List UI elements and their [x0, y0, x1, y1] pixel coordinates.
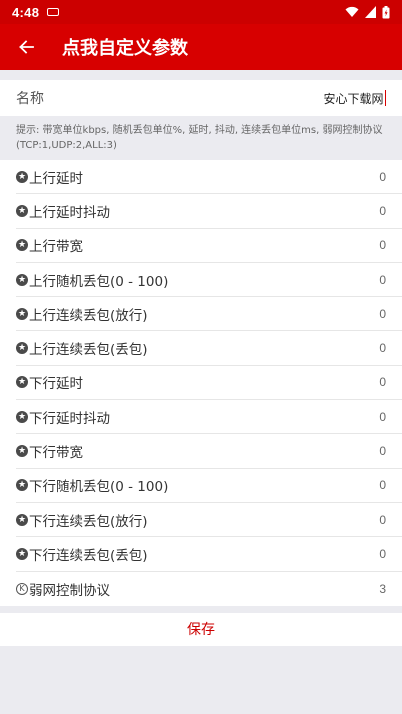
- param-row[interactable]: ★ 上行延时抖动 0: [16, 194, 402, 229]
- param-value: 0: [379, 203, 386, 218]
- status-icons: [345, 5, 390, 19]
- top-spacer: [0, 70, 402, 80]
- arrow-left-icon: [19, 40, 34, 54]
- star-icon: ★: [16, 307, 28, 320]
- mid-spacer: [0, 605, 402, 613]
- name-row: 名称: [0, 80, 402, 116]
- param-value: 0: [379, 169, 386, 184]
- param-label: 下行延时: [29, 376, 83, 393]
- param-value: 0: [379, 272, 386, 287]
- hint-text: 提示: 带宽单位kbps, 随机丢包单位%, 延时, 抖动, 连续丢包单位ms,…: [0, 116, 402, 160]
- param-row[interactable]: ★ 上行连续丢包(放行) 0: [16, 297, 402, 332]
- param-label: 下行连续丢包(丢包): [29, 547, 148, 564]
- name-input[interactable]: [223, 91, 384, 105]
- param-label: 弱网控制协议: [29, 582, 110, 599]
- param-value: 0: [379, 341, 386, 356]
- param-row[interactable]: ★ 下行带宽 0: [16, 434, 402, 469]
- param-row[interactable]: ★ 下行连续丢包(放行) 0: [16, 503, 402, 538]
- param-value: 0: [379, 444, 386, 459]
- app-bar: 点我自定义参数: [0, 24, 402, 70]
- star-icon: ★: [16, 376, 28, 389]
- param-label: 上行延时抖动: [29, 204, 110, 221]
- battery-icon: [382, 5, 390, 18]
- page-title: 点我自定义参数: [62, 38, 188, 59]
- star-icon: ★: [16, 273, 28, 286]
- param-value: 3: [379, 581, 386, 596]
- param-label: 下行连续丢包(放行): [29, 513, 148, 530]
- notification-icon: [47, 8, 60, 16]
- param-label: 下行随机丢包(0 - 100): [29, 479, 169, 496]
- wifi-icon: [345, 6, 359, 17]
- signal-icon: [365, 6, 376, 18]
- param-row[interactable]: ★ 下行连续丢包(丢包) 0: [16, 537, 402, 572]
- name-label: 名称: [16, 91, 44, 107]
- param-row[interactable]: K 弱网控制协议 3: [16, 572, 402, 606]
- param-value: 0: [379, 409, 386, 424]
- status-bar: 4:48: [0, 0, 402, 24]
- param-label: 上行连续丢包(放行): [29, 307, 148, 324]
- param-value: 0: [379, 512, 386, 527]
- star-icon: ★: [16, 239, 28, 252]
- k-circle-icon: K: [16, 582, 28, 595]
- star-icon: ★: [16, 342, 28, 355]
- status-time: 4:48: [12, 4, 40, 20]
- param-value: 0: [379, 375, 386, 390]
- param-list: ★ 上行延时 0 ★ 上行延时抖动 0 ★ 上行带宽 0 ★ 上行随机丢包(0 - 100) 0 ★ 上行…: [0, 160, 402, 606]
- param-value: 0: [379, 306, 386, 321]
- text-cursor: [384, 90, 386, 106]
- star-icon: ★: [16, 204, 28, 217]
- param-row[interactable]: ★ 上行延时 0: [16, 160, 402, 195]
- param-row[interactable]: ★ 上行随机丢包(0 - 100) 0: [16, 263, 402, 298]
- param-row[interactable]: ★ 下行随机丢包(0 - 100) 0: [16, 469, 402, 503]
- param-label: 上行延时: [29, 170, 83, 187]
- param-row[interactable]: ★ 上行连续丢包(丢包) 0: [16, 331, 402, 366]
- param-value: 0: [379, 546, 386, 561]
- star-icon: ★: [16, 513, 28, 526]
- star-icon: ★: [16, 410, 28, 423]
- save-button[interactable]: 保存: [0, 612, 402, 646]
- param-label: 上行随机丢包(0 - 100): [29, 273, 169, 290]
- param-label: 上行连续丢包(丢包): [29, 342, 148, 359]
- param-row[interactable]: ★ 下行延时 0: [16, 366, 402, 401]
- param-row[interactable]: ★ 下行延时抖动 0: [16, 400, 402, 435]
- param-value: 0: [379, 238, 386, 253]
- param-value: 0: [379, 478, 386, 493]
- star-icon: ★: [16, 170, 28, 183]
- param-row[interactable]: ★ 上行带宽 0: [16, 229, 402, 263]
- param-label: 上行带宽: [29, 239, 83, 256]
- star-icon: ★: [16, 479, 28, 492]
- star-icon: ★: [16, 445, 28, 458]
- star-icon: ★: [16, 547, 28, 560]
- back-button[interactable]: [10, 31, 42, 63]
- param-label: 下行延时抖动: [29, 410, 110, 427]
- param-label: 下行带宽: [29, 445, 83, 462]
